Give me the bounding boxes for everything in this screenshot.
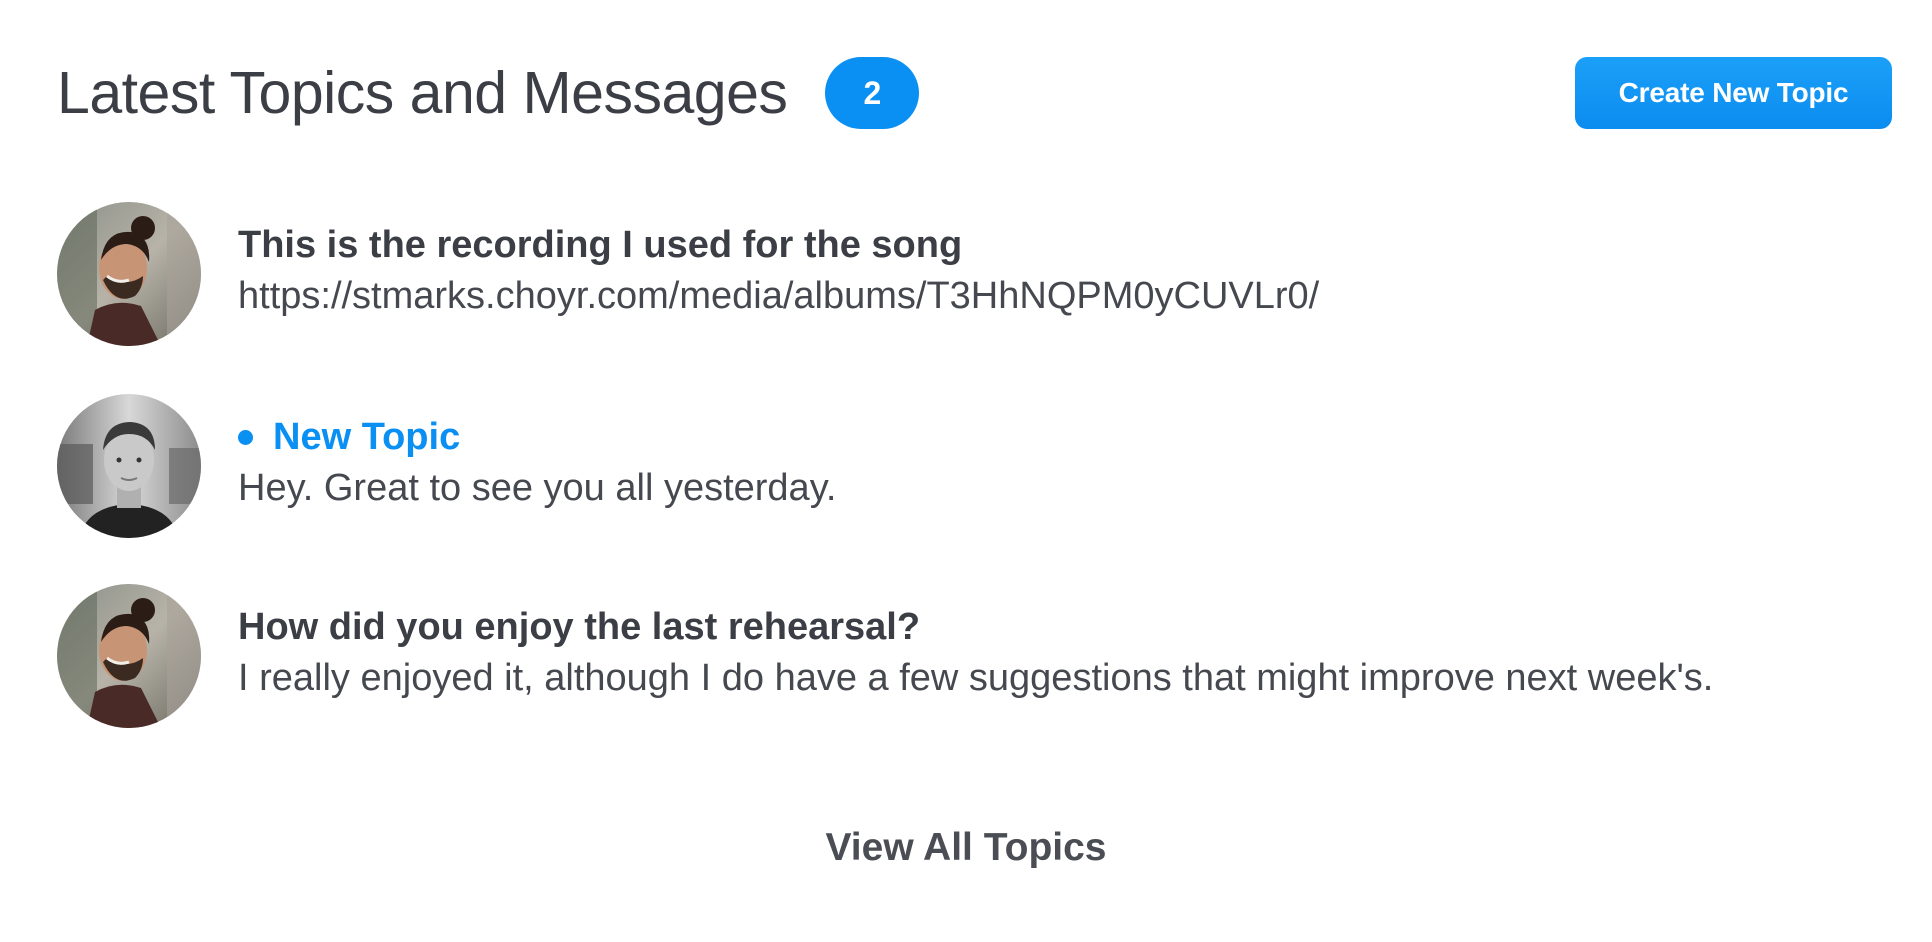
topic-row[interactable]: This is the recording I used for the son… [57, 202, 1757, 346]
man-portrait-bw-avatar [57, 394, 201, 538]
unread-indicator-icon [238, 429, 253, 445]
man-with-bun-avatar [57, 202, 201, 346]
topic-text: This is the recording I used for the son… [238, 202, 1319, 323]
topic-message: Hey. Great to see you all yesterday. [238, 467, 837, 509]
topic-title: New Topic [238, 412, 836, 462]
topic-title-label: New Topic [273, 416, 461, 458]
view-all-topics-link[interactable]: View All Topics [0, 826, 1932, 870]
topic-row[interactable]: New Topic Hey. Great to see you all yest… [57, 394, 1757, 538]
topic-text: New Topic Hey. Great to see you all yest… [238, 394, 836, 515]
man-with-bun-avatar [57, 584, 201, 728]
topic-message: https://stmarks.choyr.com/media/albums/T… [238, 275, 1320, 317]
topic-count-badge: 2 [825, 57, 920, 129]
topic-row[interactable]: How did you enjoy the last rehearsal? I … [57, 584, 1757, 728]
topic-message: I really enjoyed it, although I do have … [238, 657, 1714, 699]
create-new-topic-button[interactable]: Create New Topic [1575, 57, 1892, 129]
topic-list: This is the recording I used for the son… [57, 202, 1757, 728]
page-title: Latest Topics and Messages [57, 60, 788, 126]
topic-title: This is the recording I used for the son… [238, 224, 963, 266]
topic-title: How did you enjoy the last rehearsal? [238, 606, 921, 648]
topic-text: How did you enjoy the last rehearsal? I … [238, 584, 1713, 705]
topics-header: Latest Topics and Messages 2 Create New … [57, 57, 1892, 129]
